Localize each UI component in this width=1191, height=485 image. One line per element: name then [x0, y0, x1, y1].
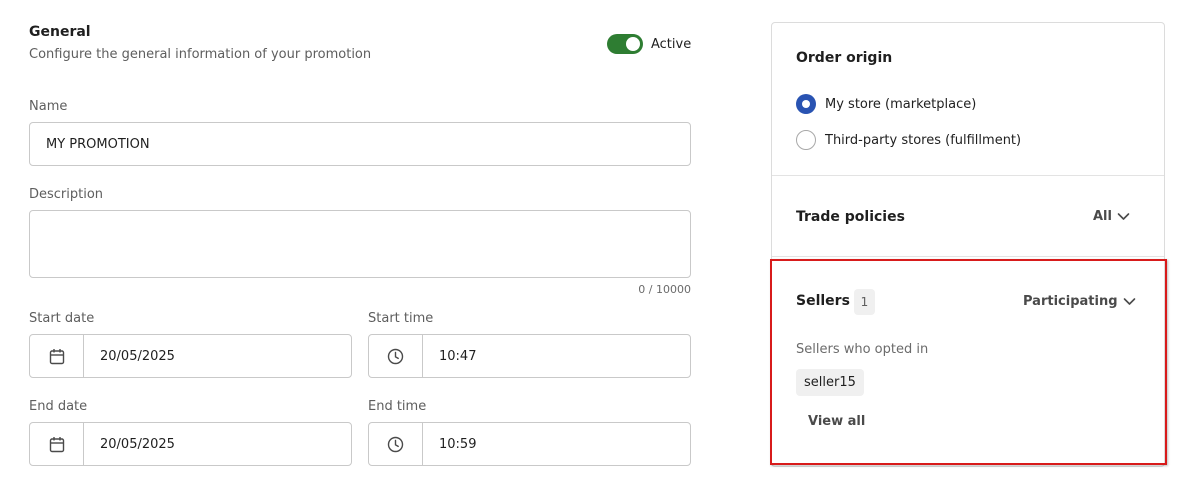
chevron-down-icon	[1117, 213, 1130, 220]
radio-button-unchecked[interactable]	[796, 130, 816, 150]
radio-option-label: Third-party stores (fulfillment)	[825, 132, 1022, 148]
start-time-value: 10:47	[439, 348, 477, 364]
end-date-input[interactable]: 20/05/2025	[29, 422, 352, 466]
promotion-scope-panel	[771, 22, 1165, 467]
start-date-label: Start date	[29, 311, 95, 326]
start-date-value: 20/05/2025	[100, 348, 175, 364]
description-textarea[interactable]	[29, 210, 691, 278]
view-all-sellers-button[interactable]: View all	[808, 414, 865, 429]
toggle-switch[interactable]	[607, 34, 643, 54]
end-time-picker-button[interactable]	[369, 423, 423, 465]
start-date-picker-button[interactable]	[30, 335, 84, 377]
radio-option-marketplace[interactable]: My store (marketplace)	[796, 94, 976, 114]
start-time-label: Start time	[368, 311, 434, 326]
trade-policies-dropdown-value: All	[1093, 209, 1112, 224]
panel-divider	[772, 175, 1164, 176]
trade-policies-dropdown[interactable]: All	[1093, 209, 1130, 224]
calendar-icon	[49, 436, 64, 452]
panel-divider	[772, 256, 1164, 257]
end-time-input[interactable]: 10:59	[368, 422, 691, 466]
seller-chip[interactable]: seller15	[796, 369, 864, 396]
end-date-label: End date	[29, 399, 88, 414]
name-label: Name	[29, 99, 68, 114]
radio-option-label: My store (marketplace)	[825, 96, 977, 112]
clock-icon	[387, 348, 404, 364]
start-time-input[interactable]: 10:47	[368, 334, 691, 378]
active-toggle[interactable]: Active	[607, 34, 691, 54]
end-date-value: 20/05/2025	[100, 436, 175, 452]
toggle-knob	[626, 37, 640, 51]
clock-icon	[387, 436, 404, 452]
start-date-input[interactable]: 20/05/2025	[29, 334, 352, 378]
general-section-subtitle: Configure the general information of you…	[29, 47, 372, 62]
sellers-filter-dropdown[interactable]: Participating	[1023, 294, 1136, 309]
radio-option-fulfillment[interactable]: Third-party stores (fulfillment)	[796, 130, 1021, 150]
sellers-filter-value: Participating	[1023, 294, 1118, 309]
chevron-down-icon	[1123, 298, 1135, 305]
name-input[interactable]	[29, 122, 691, 166]
end-time-value: 10:59	[439, 436, 477, 452]
order-origin-title: Order origin	[796, 50, 893, 66]
end-time-label: End time	[368, 399, 427, 414]
active-toggle-label: Active	[651, 36, 692, 52]
general-section-title: General	[29, 24, 91, 40]
description-label: Description	[29, 187, 104, 202]
trade-policies-title: Trade policies	[796, 209, 905, 225]
calendar-icon	[49, 348, 64, 364]
sellers-count-badge: 1	[854, 289, 875, 315]
promotion-settings-page: General Configure the general informatio…	[0, 0, 1191, 485]
radio-button-checked[interactable]	[796, 94, 816, 114]
sellers-title: Sellers	[796, 293, 850, 309]
sellers-caption: Sellers who opted in	[796, 342, 929, 357]
description-char-counter: 0 / 10000	[638, 283, 691, 296]
end-date-picker-button[interactable]	[30, 423, 84, 465]
start-time-picker-button[interactable]	[369, 335, 423, 377]
